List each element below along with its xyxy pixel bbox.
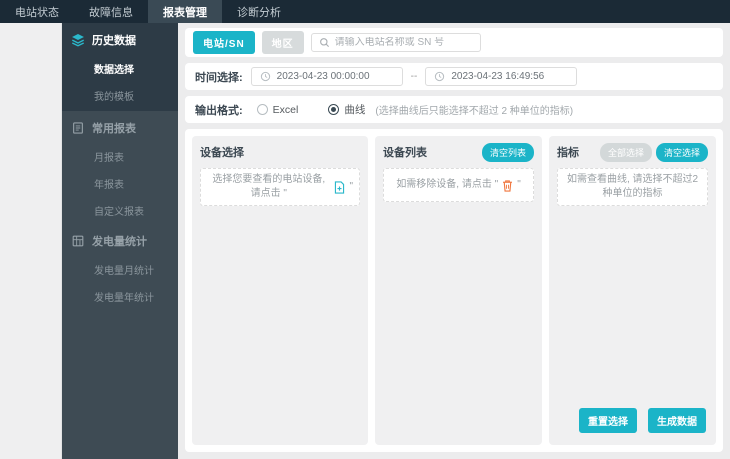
format-card: 输出格式: Excel 曲线 (选择曲线后只能选择不超过 2 种单位的指标) xyxy=(185,96,723,123)
sidebar-header-generation-stats[interactable]: 发电量统计 xyxy=(62,224,178,256)
hint-text: " xyxy=(517,179,521,190)
sidebar-item-data-selection[interactable]: 数据选择 xyxy=(62,55,178,82)
sidebar-item-monthly-report[interactable]: 月报表 xyxy=(62,143,178,170)
time-card: 时间选择: 2023-04-23 00:00:00 -- 2023-04-23 … xyxy=(185,63,723,90)
sidebar-group-generation-stats: 发电量统计 发电量月统计 发电量年统计 xyxy=(62,224,178,310)
nav-item-fault-info[interactable]: 故障信息 xyxy=(74,0,148,23)
search-card: 电站/SN 地区 xyxy=(185,28,723,57)
radio-label-curve: 曲线 xyxy=(344,104,366,116)
grid-icon xyxy=(71,234,85,248)
clock-icon xyxy=(434,71,445,82)
device-select-title: 设备选择 xyxy=(200,147,244,159)
search-input[interactable] xyxy=(334,37,473,48)
top-nav: 电站状态 故障信息 报表管理 诊断分析 xyxy=(0,0,730,23)
format-note: (选择曲线后只能选择不超过 2 种单位的指标) xyxy=(375,106,574,117)
file-add-icon xyxy=(333,180,346,194)
sidebar-header-label: 历史数据 xyxy=(92,35,136,47)
hint-text: 如需查看曲线, 请选择不超过2种单位的指标 xyxy=(566,174,699,199)
select-all-button[interactable]: 全部选择 xyxy=(599,142,652,162)
device-select-header: 设备选择 xyxy=(200,144,360,160)
device-list-header: 设备列表 清空列表 xyxy=(383,142,535,162)
time-label: 时间选择: xyxy=(195,71,243,84)
main-content: 电站/SN 地区 时间选择: 2023-04-23 00:00:00 -- 20… xyxy=(178,23,730,459)
end-datetime-input[interactable]: 2023-04-23 16:49:56 xyxy=(425,67,578,86)
clock-icon xyxy=(260,71,271,82)
nav-item-report-management[interactable]: 报表管理 xyxy=(148,0,222,23)
end-datetime-value: 2023-04-23 16:49:56 xyxy=(451,71,545,82)
radio-icon-curve xyxy=(328,104,340,115)
device-list-panel: 设备列表 清空列表 如需移除设备, 请点击 " " xyxy=(375,136,543,445)
nav-item-diagnostic-analysis[interactable]: 诊断分析 xyxy=(222,0,296,23)
tab-region[interactable]: 地区 xyxy=(261,31,304,54)
search-box[interactable] xyxy=(310,33,481,52)
sidebar-header-common-reports[interactable]: 常用报表 xyxy=(62,111,178,143)
sidebar-item-my-templates[interactable]: 我的模板 xyxy=(62,82,178,109)
device-select-panel: 设备选择 选择您要查看的电站设备, 请点击 " " xyxy=(192,136,369,445)
indicators-panel: 指标 全部选择 清空选择 如需查看曲线, 请选择不超过2种单位的指标 重置选择 … xyxy=(549,136,717,445)
trash-icon xyxy=(501,179,514,192)
radio-option-excel[interactable]: Excel xyxy=(256,103,299,116)
start-datetime-value: 2023-04-23 00:00:00 xyxy=(276,71,370,82)
tab-station-sn[interactable]: 电站/SN xyxy=(193,31,255,54)
sidebar-header-history-data[interactable]: 历史数据 xyxy=(62,23,178,55)
layers-icon xyxy=(71,33,85,47)
format-label: 输出格式: xyxy=(195,104,243,117)
sidebar-item-monthly-generation-stats[interactable]: 发电量月统计 xyxy=(62,256,178,283)
reset-selection-button[interactable]: 重置选择 xyxy=(579,408,638,433)
hint-text: 如需移除设备, 请点击 " xyxy=(396,179,499,190)
sidebar: 历史数据 数据选择 我的模板 常用报表 月报表 年报表 自定义报表 发电量统计 … xyxy=(62,23,178,459)
start-datetime-input[interactable]: 2023-04-23 00:00:00 xyxy=(250,67,403,86)
sidebar-item-custom-report[interactable]: 自定义报表 xyxy=(62,197,178,224)
clear-list-button[interactable]: 清空列表 xyxy=(482,142,535,162)
device-list-title: 设备列表 xyxy=(383,147,428,159)
radio-icon-excel xyxy=(256,104,268,115)
radio-option-curve[interactable]: 曲线 xyxy=(328,102,365,117)
hint-text: 选择您要查看的电站设备, 请点击 " xyxy=(212,174,326,199)
sidebar-item-annual-generation-stats[interactable]: 发电量年统计 xyxy=(62,283,178,310)
search-icon xyxy=(319,37,330,48)
left-rail xyxy=(0,23,62,459)
sidebar-header-label: 发电量统计 xyxy=(92,236,147,248)
hint-text: " xyxy=(349,181,354,192)
report-icon xyxy=(71,121,85,135)
sidebar-header-label: 常用报表 xyxy=(92,123,136,135)
indicators-header: 指标 全部选择 清空选择 xyxy=(557,142,709,162)
datetime-separator: -- xyxy=(410,71,418,82)
bottom-actions: 重置选择 生成数据 xyxy=(579,408,707,433)
device-select-hint: 选择您要查看的电站设备, 请点击 " " xyxy=(200,168,361,206)
nav-item-station-status[interactable]: 电站状态 xyxy=(0,0,74,23)
sidebar-item-annual-report[interactable]: 年报表 xyxy=(62,170,178,197)
generate-data-button[interactable]: 生成数据 xyxy=(648,408,707,433)
panels-card: 设备选择 选择您要查看的电站设备, 请点击 " " 设备列表 清空列表 如需移除… xyxy=(185,129,723,452)
sidebar-group-common-reports: 常用报表 月报表 年报表 自定义报表 xyxy=(62,111,178,224)
device-list-hint: 如需移除设备, 请点击 " " xyxy=(383,168,535,202)
radio-label-excel: Excel xyxy=(272,103,299,116)
clear-selection-button[interactable]: 清空选择 xyxy=(656,142,709,162)
indicators-hint: 如需查看曲线, 请选择不超过2种单位的指标 xyxy=(557,168,709,206)
indicators-title: 指标 xyxy=(557,147,580,159)
sidebar-group-history-data: 历史数据 数据选择 我的模板 xyxy=(62,23,178,111)
